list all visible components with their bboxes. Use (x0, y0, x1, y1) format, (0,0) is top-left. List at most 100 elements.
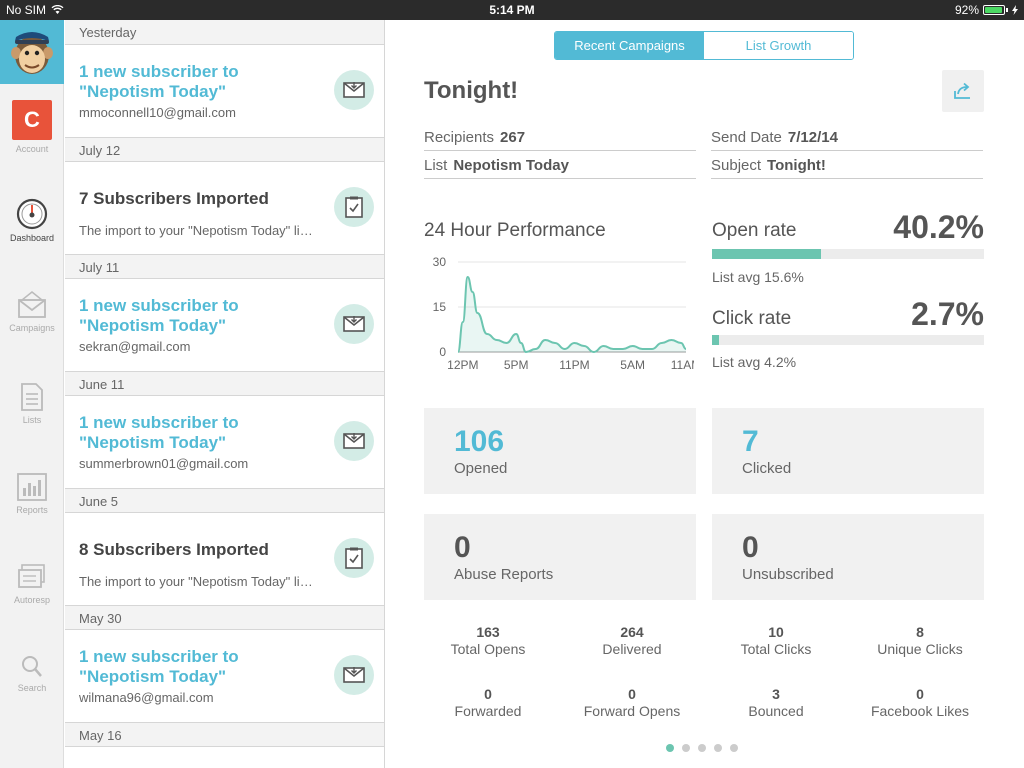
status-bar: No SIM 5:14 PM 92% (0, 0, 1024, 20)
activity-item[interactable]: 1 new subscriber to "Nepotism Today" sek… (65, 279, 384, 371)
activity-item[interactable]: 7 Subscribers Imported The import to you… (65, 162, 384, 254)
stat-value: 8 (916, 624, 924, 640)
activity-item[interactable]: 1 new subscriber to "Nepotism Today" sum… (65, 396, 384, 488)
share-button[interactable] (942, 70, 984, 112)
share-icon (954, 82, 970, 99)
page-dot[interactable] (698, 744, 706, 752)
click-rate-bar (712, 335, 984, 345)
tab-recent-campaigns[interactable]: Recent Campaigns (555, 32, 704, 59)
import-checklist-icon (334, 187, 374, 227)
nav-reports[interactable]: Reports (0, 472, 64, 515)
abuse-reports-card[interactable]: 0 Abuse Reports (424, 514, 696, 600)
account-avatar: C (12, 100, 52, 140)
open-rate-value: 40.2% (893, 209, 984, 245)
subscriber-email: mmoconnell10@gmail.com (79, 105, 236, 120)
clicked-card[interactable]: 7 Clicked (712, 408, 984, 494)
search-icon (22, 656, 42, 677)
battery-status: 92% (955, 3, 1018, 17)
click-rate-value: 2.7% (911, 296, 984, 332)
y-tick-label: 0 (439, 345, 446, 359)
page-indicator[interactable] (666, 744, 738, 752)
nav-campaigns[interactable]: Campaigns (0, 290, 64, 333)
recipients-row: Recipients 267 (424, 123, 696, 151)
page-dot[interactable] (682, 744, 690, 752)
activity-title: 7 Subscribers Imported (79, 189, 269, 208)
nav-search[interactable]: Search (0, 654, 64, 693)
chimp-mascot-icon (11, 32, 53, 74)
stat-delivered: 264 Delivered (560, 624, 704, 657)
page-dot[interactable] (730, 744, 738, 752)
nav-lists[interactable]: Lists (0, 382, 64, 425)
activity-title: 1 new subscriber to "Nepotism Today" (79, 62, 239, 101)
clicked-count: 7 (742, 425, 759, 458)
new-subscriber-icon (334, 421, 374, 461)
opened-count: 106 (454, 425, 505, 458)
nav-label: Account (15, 144, 49, 154)
subscriber-email: wilmana96@gmail.com (79, 690, 214, 705)
stat-value: 0 (484, 686, 492, 702)
tab-list-growth[interactable]: List Growth (704, 32, 853, 59)
stat-label: Forward Opens (583, 703, 681, 719)
nav-label: Lists (22, 415, 42, 425)
page-dot[interactable] (666, 744, 674, 752)
new-subscriber-icon (334, 304, 374, 344)
send-date-label: Send Date (711, 129, 782, 146)
date-header: May 30 (65, 605, 384, 630)
list-label: List (424, 157, 448, 174)
stat-value: 0 (916, 686, 924, 702)
date-header: May 16 (65, 722, 384, 747)
import-checklist-icon (334, 538, 374, 578)
x-tick-label: 12PM (447, 358, 478, 372)
app-sidebar: C Account Dashboard Campaigns Lists Repo… (0, 20, 64, 768)
activity-title: 8 Subscribers Imported (79, 540, 269, 559)
stat-label: Forwarded (454, 703, 522, 719)
activity-item[interactable]: 1 new subscriber to "Nepotism Today" wil… (65, 630, 384, 722)
subscriber-email: summerbrown01@gmail.com (79, 456, 249, 471)
activity-description: The import to your "Nepotism Today" list… (79, 223, 314, 238)
subscriber-email: sekran@gmail.com (79, 339, 191, 354)
stat-unique-clicks: 8 Unique Clicks (848, 624, 992, 657)
stat-value: 163 (476, 624, 500, 640)
stat-value: 3 (772, 686, 780, 702)
nav-label: Dashboard (9, 233, 55, 243)
activity-description: The import to your "Nepotism Today" list… (79, 574, 314, 589)
list-row: List Nepotism Today (424, 151, 696, 179)
stat-label: Unique Clicks (877, 641, 963, 657)
stat-label: Bounced (748, 703, 804, 719)
autoresponder-icon (18, 564, 45, 588)
nav-label: Search (17, 683, 47, 693)
activity-feed[interactable]: Yesterday 1 new subscriber to "Nepotism … (65, 20, 385, 768)
send-date-row: Send Date 7/12/14 (711, 123, 983, 151)
list-value: Nepotism Today (453, 157, 569, 174)
activity-title: 1 new subscriber to "Nepotism Today" (79, 647, 239, 686)
clicked-label: Clicked (742, 460, 792, 477)
page-dot[interactable] (714, 744, 722, 752)
nav-account[interactable]: C Account (0, 100, 64, 154)
activity-title: 1 new subscriber to "Nepotism Today" (79, 296, 239, 335)
abuse-reports-label: Abuse Reports (454, 566, 554, 583)
nav-autoresponders[interactable]: Autoresp (0, 562, 64, 605)
stat-total-opens: 163 Total Opens (416, 624, 560, 657)
new-subscriber-icon (334, 70, 374, 110)
y-tick-label: 15 (433, 300, 447, 314)
mailchimp-logo[interactable] (0, 20, 64, 84)
opened-card[interactable]: 106 Opened (424, 408, 696, 494)
activity-item[interactable]: 1 new subscriber to "Nepotism Today" mmo… (65, 45, 384, 137)
unsubscribed-label: Unsubscribed (742, 566, 834, 583)
stat-label: Facebook Likes (870, 703, 970, 719)
activity-item[interactable]: 8 Subscribers Imported The import to you… (65, 513, 384, 605)
y-tick-label: 30 (433, 255, 447, 269)
unsubscribed-card[interactable]: 0 Unsubscribed (712, 514, 984, 600)
stat-bounced: 3 Bounced (704, 686, 848, 719)
new-subscriber-icon (334, 655, 374, 695)
nav-dashboard[interactable]: Dashboard (0, 198, 64, 243)
stat-forwarded: 0 Forwarded (416, 686, 560, 719)
click-rate-label: Click rate (712, 308, 792, 329)
abuse-reports-count: 0 (454, 531, 471, 564)
open-rate-bar (712, 249, 984, 259)
dashboard-gauge-icon (16, 198, 48, 230)
stat-label: Delivered (602, 641, 662, 657)
open-rate-bar-fill (712, 249, 822, 259)
stat-forward-opens: 0 Forward Opens (560, 686, 704, 719)
stat-facebook-likes: 0 Facebook Likes (848, 686, 992, 719)
